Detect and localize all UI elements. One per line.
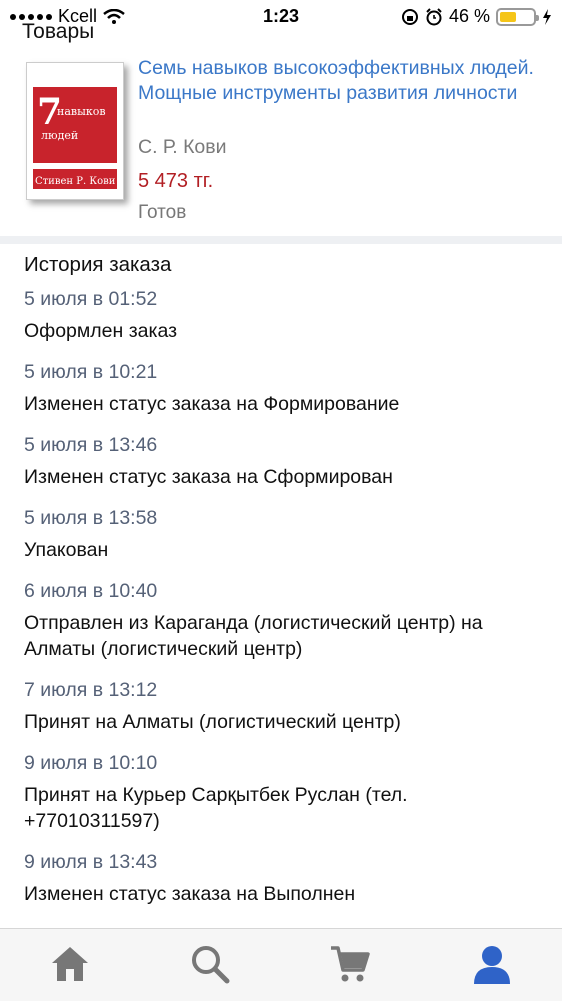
order-history-title: История заказа [24,253,172,276]
product-status: Готов [138,202,187,223]
tab-cart[interactable] [320,939,380,989]
battery-percent: 46 % [448,6,490,26]
history-event: 5 июля в 01:52 Оформлен заказ [24,286,544,344]
goods-section-title: Товары [22,20,95,43]
order-history: История заказа 5 июля в 01:52 Оформлен з… [24,252,544,907]
event-date: 9 июля в 10:10 [24,752,158,774]
history-event: 9 июля в 10:10 Принят на Курьер Сарқытбе… [24,750,544,834]
event-text: Упакован [24,539,109,561]
event-text: Принят на Курьер Сарқытбек Руслан (тел. … [24,784,408,832]
search-icon [192,946,230,984]
profile-icon [474,946,510,984]
event-text: Изменен статус заказа на Сформирован [24,466,393,488]
event-date: 5 июля в 13:58 [24,507,158,529]
product-cover-image[interactable]: 7 навыков людей Стивен Р. Кови [26,62,124,200]
tab-profile[interactable] [462,939,522,989]
tab-home[interactable] [40,939,100,989]
home-icon [52,947,88,981]
history-event: 5 июля в 13:46 Изменен статус заказа на … [24,432,544,490]
history-event: 5 июля в 13:58 Упакован [24,505,544,563]
product-title-link[interactable]: Семь навыков высокоэффективных людей. Мо… [138,56,538,106]
charging-icon [543,8,551,25]
event-date: 5 июля в 13:46 [24,434,158,456]
section-divider [0,236,562,244]
cart-icon [331,946,370,982]
battery-icon [496,7,539,26]
event-date: 5 июля в 01:52 [24,288,158,310]
orientation-lock-icon [401,8,418,25]
history-event: 6 июля в 10:40 Отправлен из Караганда (л… [24,578,544,662]
product-price: 5 473 тг. [138,170,214,192]
history-event: 7 июля в 13:12 Принят на Алматы (логисти… [24,677,544,735]
event-text: Принят на Алматы (логистический центр) [24,711,401,733]
event-date: 9 июля в 13:43 [24,851,158,873]
event-text: Изменен статус заказа на Формирование [24,393,400,415]
event-date: 6 июля в 10:40 [24,580,158,602]
alarm-icon [426,7,442,25]
history-event: 5 июля в 10:21 Изменен статус заказа на … [24,359,544,417]
status-right: 46 % [401,6,552,27]
product-author: С. Р. Кови [138,136,227,158]
tab-search[interactable] [180,939,240,989]
event-text: Изменен статус заказа на Выполнен [24,883,356,905]
event-text: Оформлен заказ [24,320,178,342]
event-text: Отправлен из Караганда (логистический це… [24,612,483,660]
event-date: 7 июля в 13:12 [24,679,158,701]
product-item[interactable]: 7 навыков людей Стивен Р. Кови Семь навы… [0,50,562,234]
history-event: 9 июля в 13:43 Изменен статус заказа на … [24,849,544,907]
event-date: 5 июля в 10:21 [24,361,158,383]
bottom-tab-bar [0,928,562,1001]
